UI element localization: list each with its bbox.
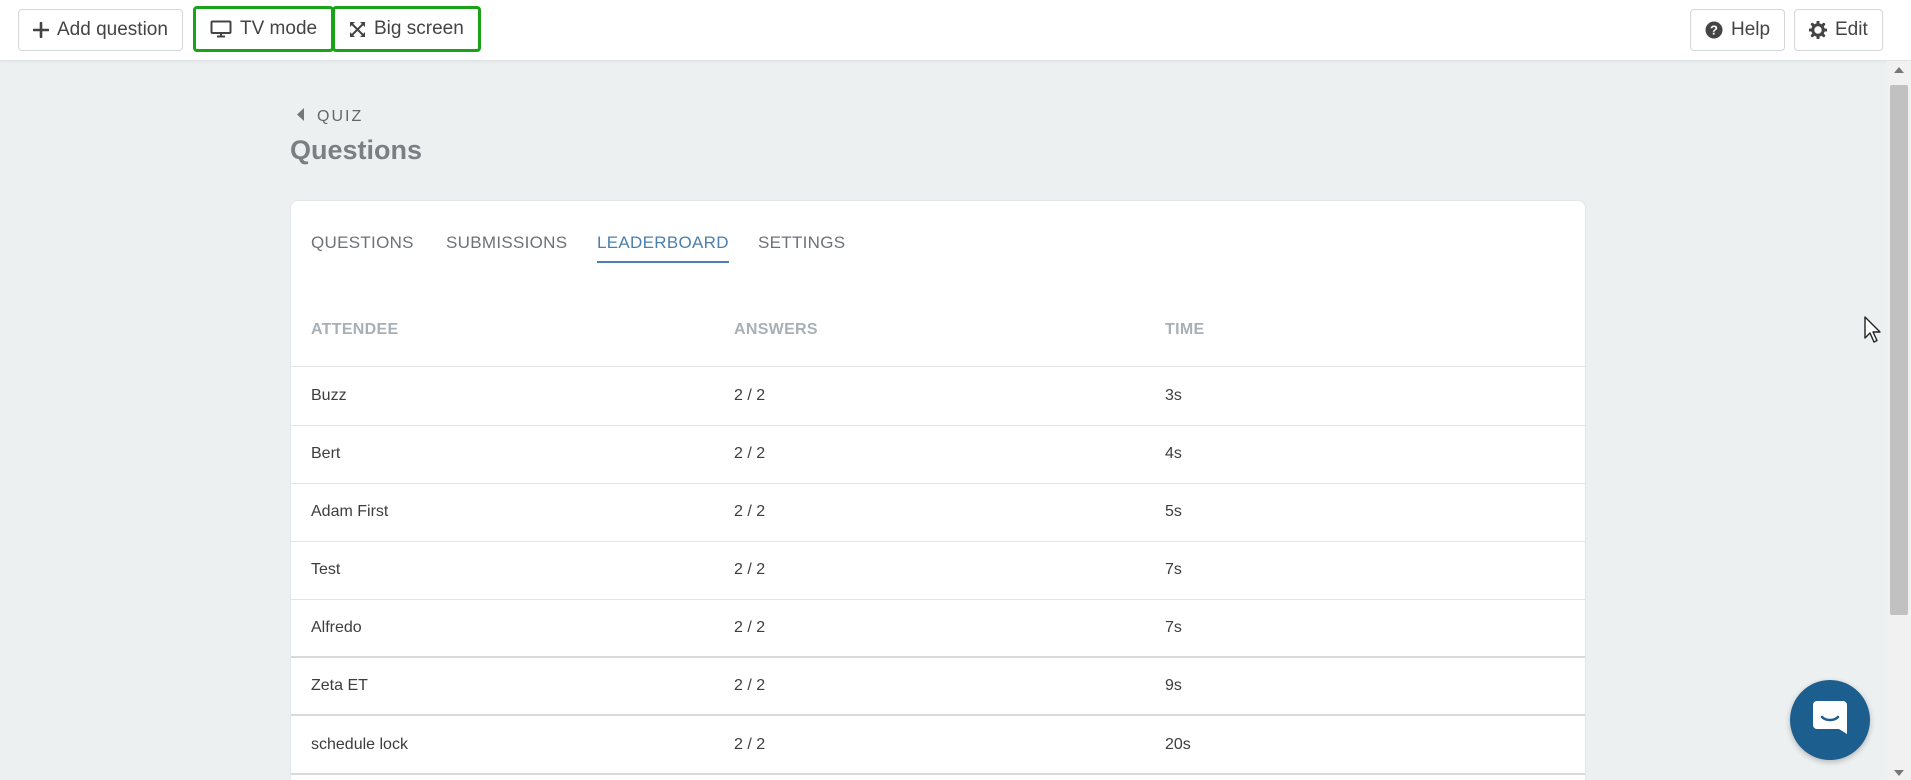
attendee-cell: Zeta ET [311, 677, 368, 694]
top-toolbar: Add question TV mode Big screen ? Help E… [0, 0, 1911, 61]
edit-label: Edit [1835, 19, 1868, 40]
column-header-answers[interactable]: ANSWERS [734, 321, 818, 339]
time-cell: 7s [1165, 561, 1182, 578]
answers-cell: 2 / 2 [734, 561, 766, 578]
scroll-down-arrow-icon[interactable] [1894, 770, 1904, 776]
time-cell: 20s [1165, 736, 1191, 753]
plus-icon [33, 22, 49, 38]
answers-cell: 2 / 2 [734, 736, 766, 753]
answers-cell: 2 / 2 [734, 445, 766, 462]
answers-cell: 2 / 2 [734, 387, 766, 404]
add-question-label: Add question [57, 19, 168, 40]
leaderboard-card: QUESTIONS SUBMISSIONS LEADERBOARD SETTIN… [290, 200, 1586, 780]
time-cell: 7s [1165, 619, 1182, 636]
attendee-cell: Adam First [311, 503, 389, 520]
attendee-cell: Alfredo [311, 619, 362, 636]
answers-cell: 2 / 2 [734, 619, 766, 636]
chat-bubble-icon [1810, 698, 1850, 743]
time-cell: 9s [1165, 677, 1182, 694]
tab-questions[interactable]: QUESTIONS [311, 233, 414, 261]
table-row: Test 2 / 2 7s [291, 542, 1585, 600]
page-title: Questions [290, 135, 423, 165]
attendee-cell: schedule lock [311, 736, 408, 753]
tv-mode-button[interactable]: TV mode [193, 6, 335, 52]
caret-left-icon [297, 108, 305, 126]
mouse-cursor-icon [1864, 316, 1882, 349]
chat-launcher-button[interactable] [1790, 680, 1870, 760]
column-header-time[interactable]: TIME [1165, 321, 1204, 339]
table-row: Alfredo 2 / 2 7s [291, 600, 1585, 658]
scrollbar-thumb[interactable] [1890, 85, 1908, 615]
add-question-button[interactable]: Add question [18, 9, 183, 51]
gear-icon [1809, 21, 1827, 39]
big-screen-button[interactable]: Big screen [332, 6, 481, 52]
tab-submissions[interactable]: SUBMISSIONS [446, 233, 567, 261]
edit-button[interactable]: Edit [1794, 9, 1883, 51]
help-button[interactable]: ? Help [1690, 9, 1786, 51]
attendee-cell: Buzz [311, 387, 347, 404]
breadcrumb-label: QUIZ [317, 108, 364, 125]
answers-cell: 2 / 2 [734, 503, 766, 520]
table-row: schedule lock 2 / 2 20s [291, 717, 1585, 775]
tab-bar: QUESTIONS SUBMISSIONS LEADERBOARD SETTIN… [291, 201, 1585, 271]
attendee-cell: Test [311, 561, 341, 578]
column-header-attendee[interactable]: ATTENDEE [311, 321, 398, 339]
question-circle-icon: ? [1705, 21, 1723, 39]
expand-arrows-icon [349, 21, 366, 38]
attendee-cell: Bert [311, 445, 341, 462]
big-screen-label: Big screen [374, 18, 464, 39]
tv-mode-label: TV mode [240, 18, 318, 39]
table-header: ATTENDEE ANSWERS TIME [291, 321, 1585, 367]
time-cell: 5s [1165, 503, 1182, 520]
tab-settings[interactable]: SETTINGS [758, 233, 845, 261]
tab-leaderboard[interactable]: LEADERBOARD [597, 233, 729, 263]
help-label: Help [1731, 19, 1771, 40]
table-row: Buzz 2 / 2 3s [291, 368, 1585, 426]
time-cell: 3s [1165, 387, 1182, 404]
breadcrumb[interactable]: QUIZ [297, 108, 363, 126]
time-cell: 4s [1165, 445, 1182, 462]
answers-cell: 2 / 2 [734, 677, 766, 694]
page-scrollbar[interactable] [1887, 61, 1911, 780]
scroll-up-arrow-icon[interactable] [1894, 67, 1904, 73]
svg-text:?: ? [1710, 23, 1718, 38]
table-row: Bert 2 / 2 4s [291, 426, 1585, 484]
table-row: Adam First 2 / 2 5s [291, 484, 1585, 542]
table-row: Zeta ET 2 / 2 9s [291, 658, 1585, 716]
monitor-icon [210, 20, 232, 38]
